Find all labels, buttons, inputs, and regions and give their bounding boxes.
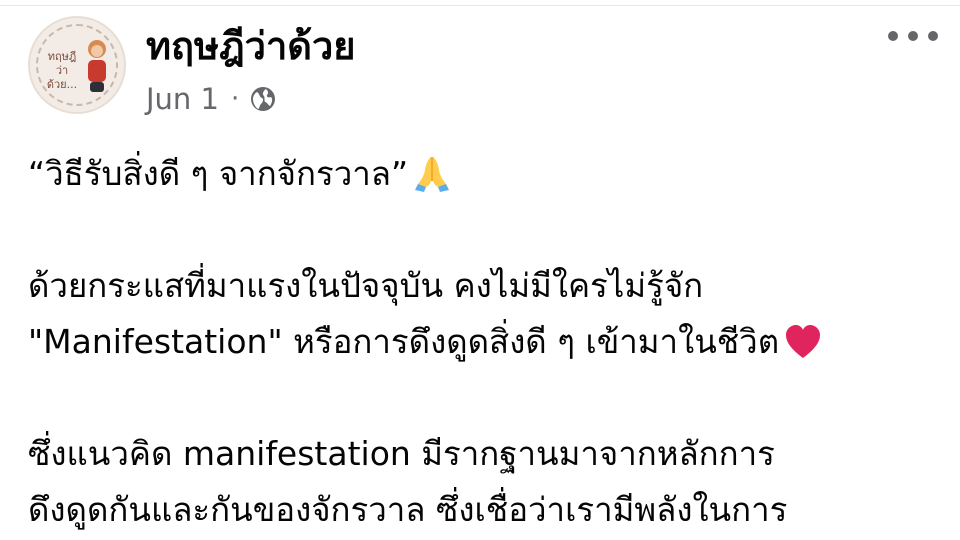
post-paragraph2-line1: ซึ่งแนวคิด manifestation มีรากฐานมาจากหล… bbox=[28, 434, 775, 473]
avatar-illustration-icon bbox=[88, 40, 106, 92]
post-line: ดึงดูดกันและกันของจักรวาล ซึ่งเชื่อว่าเร… bbox=[28, 482, 948, 538]
post-body: “วิธีรับสิ่งดี ๆ จากจักรวาล” ด้วยกระแสที… bbox=[28, 146, 948, 538]
more-horizontal-icon bbox=[908, 31, 918, 41]
more-horizontal-icon bbox=[928, 31, 938, 41]
post-meta: Jun 1 · bbox=[146, 80, 277, 118]
red-heart-emoji bbox=[786, 325, 821, 358]
post-line: "Manifestation" หรือการดึงดูดสิ่งดี ๆ เข… bbox=[28, 314, 948, 370]
avatar-text: ทฤษฎีว่าด้วย... bbox=[46, 50, 78, 91]
post-title-line: “วิธีรับสิ่งดี ๆ จากจักรวาล” bbox=[28, 146, 948, 202]
post-title: “วิธีรับสิ่งดี ๆ จากจักรวาล” bbox=[28, 154, 409, 193]
post-date[interactable]: Jun 1 bbox=[146, 80, 219, 118]
post-line: ด้วยกระแสที่มาแรงในปัจจุบัน คงไม่มีใครไม… bbox=[28, 258, 948, 314]
author-name[interactable]: ทฤษฎีว่าด้วย bbox=[146, 22, 356, 70]
more-options-button[interactable] bbox=[888, 22, 938, 50]
avatar[interactable]: ทฤษฎีว่าด้วย... bbox=[28, 16, 126, 114]
folded-hands-emoji bbox=[415, 157, 450, 192]
post-paragraph1-line2: "Manifestation" หรือการดึงดูดสิ่งดี ๆ เข… bbox=[28, 322, 780, 361]
post-paragraph2-line2: ดึงดูดกันและกันของจักรวาล ซึ่งเชื่อว่าเร… bbox=[28, 490, 788, 529]
post-line: ซึ่งแนวคิด manifestation มีรากฐานมาจากหล… bbox=[28, 426, 948, 482]
top-divider bbox=[0, 0, 960, 6]
post-paragraph1-line1: ด้วยกระแสที่มาแรงในปัจจุบัน คงไม่มีใครไม… bbox=[28, 266, 704, 305]
more-horizontal-icon bbox=[888, 31, 898, 41]
meta-separator: · bbox=[230, 84, 240, 114]
globe-icon[interactable] bbox=[249, 85, 277, 113]
